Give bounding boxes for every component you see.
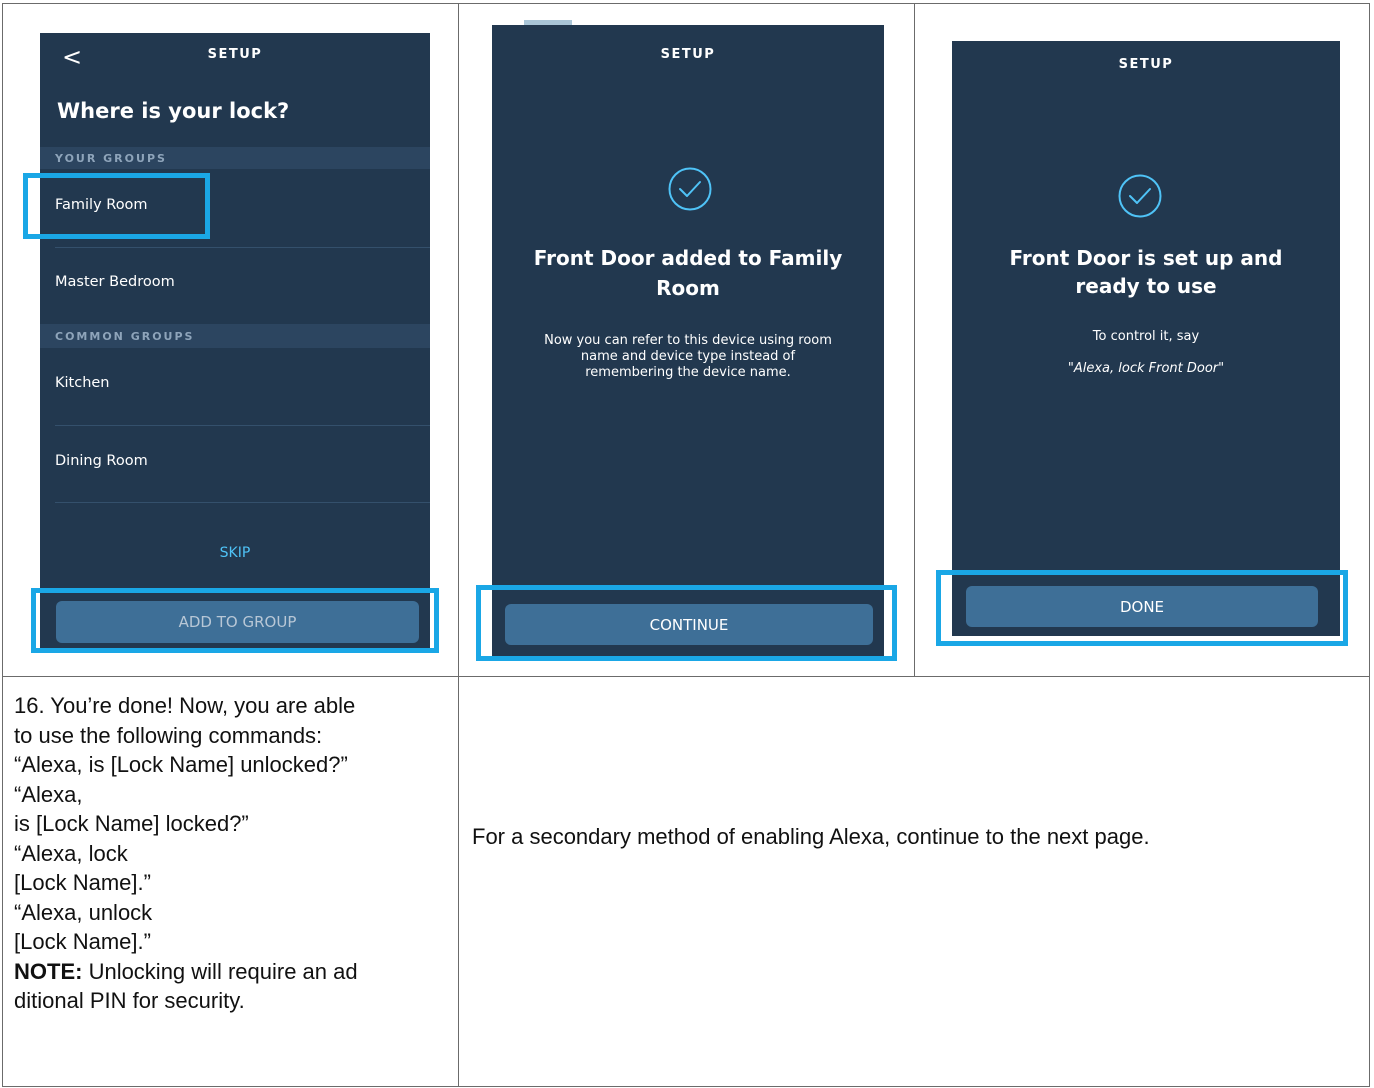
command-lock-part1: “Alexa, lock: [14, 840, 128, 866]
confirmation-title-line1: Front Door added to Family: [533, 246, 843, 270]
table-row-divider: [2, 676, 1370, 677]
secondary-method-note: For a secondary method of enabling Alexa…: [472, 824, 1150, 849]
setup-header: SETUP: [660, 47, 716, 62]
page-title: Where is your lock?: [57, 99, 290, 123]
check-circle-icon: [1118, 174, 1162, 218]
skip-link[interactable]: SKIP: [40, 545, 430, 561]
setup-header: SETUP: [207, 47, 263, 62]
check-circle-icon: [668, 167, 712, 211]
list-divider: [55, 425, 430, 426]
confirmation-body-line2: name and device type instead of: [580, 349, 796, 364]
highlight-family-room: [23, 173, 210, 239]
ready-title-line2: ready to use: [1075, 274, 1217, 298]
group-kitchen[interactable]: Kitchen: [55, 375, 110, 391]
your-groups-label: YOUR GROUPS: [40, 147, 430, 169]
ready-title-line1: Front Door is set up and: [1009, 246, 1283, 270]
note-label: NOTE:: [14, 958, 83, 984]
screenshot-front-door-ready: SETUP Front Door is set up and ready to …: [952, 41, 1340, 636]
table-border-top: [2, 3, 1370, 4]
step-16-line: to use the following commands:: [14, 722, 323, 748]
highlight-done: [936, 570, 1348, 646]
confirmation-body-line3: remembering the device name.: [585, 365, 791, 380]
step-16-line: 16. You’re done! Now, you are able: [14, 693, 356, 718]
command-is-locked-part1: “Alexa,: [14, 781, 83, 807]
group-dining-room[interactable]: Dining Room: [55, 453, 148, 469]
confirmation-body-line1: Now you can refer to this device using r…: [544, 333, 832, 348]
command-is-unlocked: “Alexa, is [Lock Name] unlocked?”: [14, 752, 348, 777]
table-border-left: [2, 3, 3, 1087]
security-note: NOTE: Unlocking will require an ad: [14, 957, 358, 987]
confirmation-title-line2: Room: [656, 276, 720, 300]
command-unlock-part2: [Lock Name].”: [14, 929, 151, 954]
note-text-line2: ditional PIN for security.: [14, 988, 245, 1013]
ready-voice-example: "Alexa, lock Front Door": [1067, 361, 1225, 376]
list-divider: [55, 247, 430, 248]
ready-body: To control it, say: [1092, 329, 1200, 344]
setup-header: SETUP: [1118, 57, 1174, 72]
step-16-instructions: 16. You’re done! Now, you are able to us…: [14, 691, 358, 1016]
screenshot-where-is-your-lock: < SETUP Where is your lock? YOUR GROUPS …: [40, 33, 430, 653]
highlight-add-to-group: [31, 588, 439, 653]
command-is-locked-part2: is [Lock Name] locked?”: [14, 811, 249, 836]
note-text-line1: Unlocking will require an ad: [82, 958, 358, 984]
group-master-bedroom[interactable]: Master Bedroom: [55, 274, 175, 290]
highlight-continue: [476, 585, 897, 661]
command-lock-part2: [Lock Name].”: [14, 870, 151, 895]
screenshot-front-door-added: SETUP Front Door added to Family Room No…: [492, 25, 884, 657]
table-col-divider-2: [914, 3, 915, 677]
table-border-bottom: [2, 1086, 1370, 1087]
command-unlock-part1: “Alexa, unlock: [14, 899, 153, 925]
table-border-right: [1369, 3, 1370, 1087]
table-col-divider-1: [458, 3, 459, 1087]
list-divider: [55, 502, 430, 503]
common-groups-label: COMMON GROUPS: [40, 324, 430, 348]
